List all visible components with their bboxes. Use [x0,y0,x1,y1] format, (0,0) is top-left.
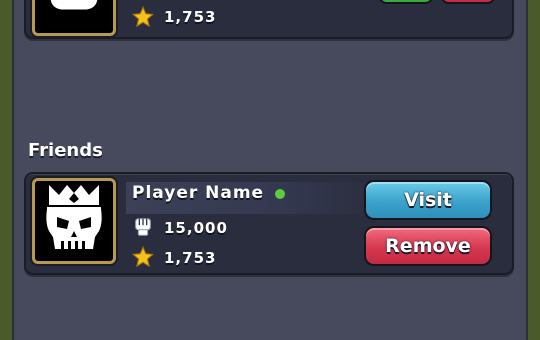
star-icon [132,6,154,28]
friends-panel [12,0,528,340]
friends-section-title: Friends [28,140,103,161]
star-icon [132,246,154,268]
visit-button[interactable]: Visit [364,180,492,220]
power-value: 15,000 [164,219,228,237]
friend-card[interactable]: Player Name 15,000 1,753 Visit Remove [24,172,514,275]
skull-icon [47,0,101,13]
player-card-partial[interactable]: 1,753 [24,0,514,39]
trophy-count: 1,753 [164,8,217,26]
background-left-edge [0,0,12,340]
fist-icon [135,218,151,236]
player-name: Player Name [132,183,265,203]
friend-avatar[interactable] [32,178,116,264]
trophy-count: 1,753 [164,249,217,267]
background-right-edge [528,0,540,340]
player-avatar [32,0,116,36]
online-status-indicator [275,189,285,199]
remove-button[interactable]: Remove [364,226,492,266]
accept-button[interactable] [378,0,434,4]
crowned-skull-icon [46,185,102,249]
decline-button[interactable] [440,0,496,4]
